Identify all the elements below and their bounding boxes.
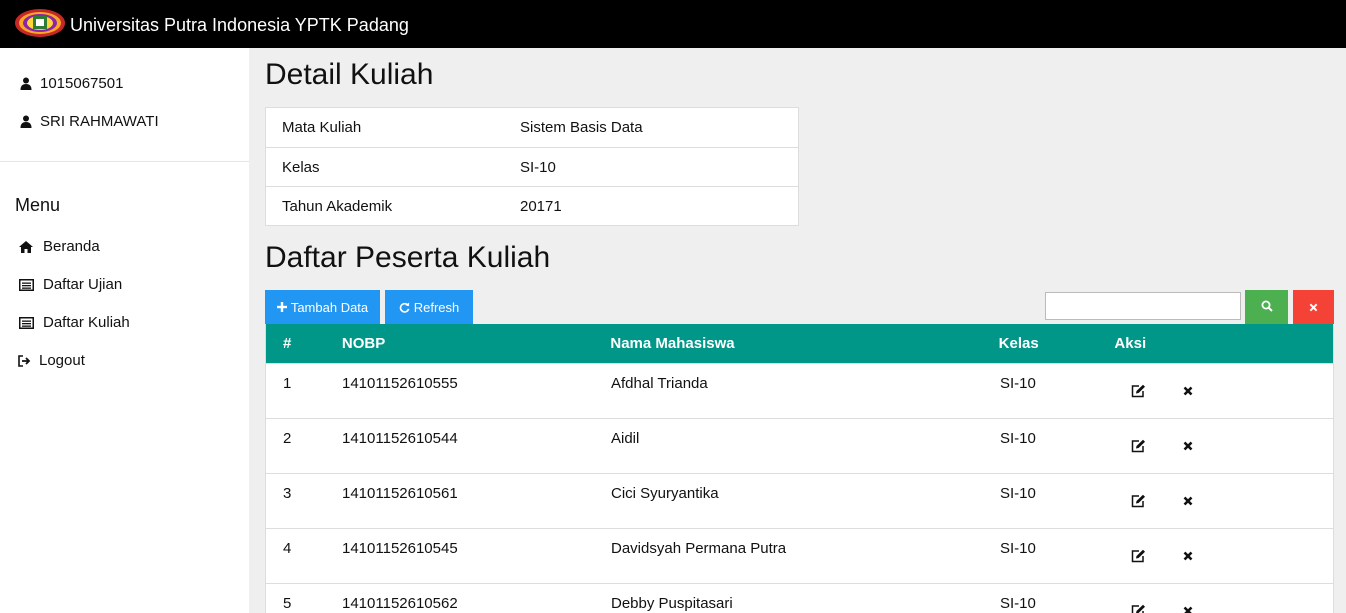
table-row: 3 14101152610561 Cici Syuryantika SI-10: [266, 473, 1333, 528]
sidebar-divider: [0, 161, 249, 162]
university-logo[interactable]: [14, 7, 66, 39]
table-row: 1 14101152610555 Afdhal Trianda SI-10: [266, 363, 1333, 418]
row-kelas: SI-10: [1000, 540, 1036, 557]
row-nama: Debby Puspitasari: [611, 595, 733, 612]
home-icon: [17, 239, 35, 255]
row-number: 1: [283, 375, 292, 392]
row-nobp: 14101152610545: [342, 540, 458, 557]
table-row: 5 14101152610562 Debby Puspitasari SI-10: [266, 583, 1333, 613]
logout-icon: [18, 353, 32, 369]
row-nobp: 14101152610544: [342, 430, 458, 447]
row-kelas: SI-10: [1000, 485, 1036, 502]
list-icon: [17, 277, 35, 293]
close-icon: [1309, 300, 1318, 315]
detail-key: Tahun Akademik: [282, 197, 393, 215]
user-id-row: 1015067501: [18, 75, 123, 92]
column-header: #: [283, 335, 292, 352]
detail-key: Kelas: [282, 158, 320, 176]
user-name: SRI RAHMAWATI: [40, 113, 159, 130]
sidebar-item-label: Daftar Kuliah: [43, 314, 130, 331]
sidebar-item-daftar-kuliah[interactable]: Daftar Kuliah: [17, 314, 130, 331]
detail-title: Detail Kuliah: [265, 58, 434, 91]
column-header: Kelas: [998, 335, 1039, 352]
delete-icon[interactable]: [1180, 383, 1196, 399]
sidebar-item-label: Daftar Ujian: [43, 276, 123, 293]
plus-icon: [276, 302, 287, 312]
clear-search-button[interactable]: [1293, 290, 1334, 324]
row-nobp: 14101152610555: [342, 375, 458, 392]
edit-icon[interactable]: [1130, 493, 1146, 509]
row-nama: Aidil: [611, 430, 640, 447]
sidebar-item-label: Logout: [39, 352, 85, 369]
detail-value: SI-10: [520, 158, 556, 176]
sidebar-item-beranda[interactable]: Beranda: [17, 238, 100, 255]
sidebar-item-logout[interactable]: Logout: [18, 352, 85, 369]
add-data-button[interactable]: Tambah Data: [265, 290, 380, 324]
user-name-row: SRI RAHMAWATI: [18, 113, 159, 130]
row-nama: Afdhal Trianda: [611, 375, 708, 392]
add-data-label: Tambah Data: [290, 299, 369, 315]
top-navbar: Universitas Putra Indonesia YPTK Padang: [0, 0, 1346, 48]
search-input[interactable]: [1045, 292, 1241, 320]
row-kelas: SI-10: [1000, 430, 1036, 447]
detail-row: Kelas SI-10: [266, 147, 798, 186]
detail-value: 20171: [520, 197, 562, 215]
detail-table: Mata Kuliah Sistem Basis Data Kelas SI-1…: [265, 107, 799, 226]
refresh-button[interactable]: Refresh: [385, 290, 473, 324]
sidebar-item-daftar-ujian[interactable]: Daftar Ujian: [17, 276, 122, 293]
detail-row: Tahun Akademik 20171: [266, 186, 798, 225]
detail-value: Sistem Basis Data: [520, 119, 643, 136]
refresh-label: Refresh: [413, 299, 460, 315]
sidebar-item-label: Beranda: [43, 238, 100, 255]
table-header: # NOBP Nama Mahasiswa Kelas Aksi: [266, 324, 1333, 363]
row-number: 2: [283, 430, 292, 447]
edit-icon[interactable]: [1130, 438, 1146, 454]
delete-icon[interactable]: [1180, 548, 1196, 564]
row-nobp: 14101152610562: [342, 595, 458, 612]
refresh-icon: [399, 301, 410, 313]
row-number: 5: [283, 595, 292, 612]
row-number: 3: [283, 485, 292, 502]
row-number: 4: [283, 540, 292, 557]
detail-row: Mata Kuliah Sistem Basis Data: [266, 108, 798, 147]
list-icon: [17, 315, 35, 331]
row-nobp: 14101152610561: [342, 485, 458, 502]
user-id: 1015067501: [40, 75, 124, 92]
edit-icon[interactable]: [1130, 548, 1146, 564]
delete-icon[interactable]: [1180, 603, 1196, 613]
table-row: 2 14101152610544 Aidil SI-10: [266, 418, 1333, 473]
user-icon: [18, 76, 34, 92]
search-button[interactable]: [1245, 290, 1288, 324]
column-header: Nama Mahasiswa: [610, 335, 735, 352]
delete-icon[interactable]: [1180, 493, 1196, 509]
row-kelas: SI-10: [1000, 375, 1036, 392]
search-icon: [1261, 300, 1273, 315]
detail-key: Mata Kuliah: [282, 119, 362, 136]
user-icon: [18, 114, 34, 130]
sidebar: 1015067501 SRI RAHMAWATI Menu Beranda Da…: [0, 48, 249, 613]
row-nama: Cici Syuryantika: [611, 485, 719, 502]
delete-icon[interactable]: [1180, 438, 1196, 454]
peserta-title: Daftar Peserta Kuliah: [265, 241, 551, 274]
edit-icon[interactable]: [1130, 383, 1146, 399]
column-header: Aksi: [1114, 335, 1147, 352]
column-header: NOBP: [341, 335, 386, 352]
table-row: 4 14101152610545 Davidsyah Permana Putra…: [266, 528, 1333, 583]
app-title[interactable]: Universitas Putra Indonesia YPTK Padang: [70, 15, 409, 36]
row-nama: Davidsyah Permana Putra: [611, 540, 787, 557]
row-kelas: SI-10: [1000, 595, 1036, 612]
menu-heading: Menu: [15, 195, 61, 215]
edit-icon[interactable]: [1130, 603, 1146, 613]
students-table: # NOBP Nama Mahasiswa Kelas Aksi 1 14101…: [265, 324, 1334, 613]
